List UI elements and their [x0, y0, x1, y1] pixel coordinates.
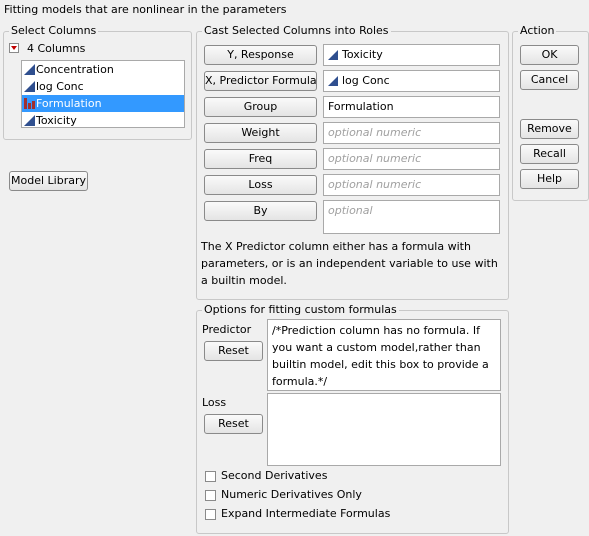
column-label: log Conc: [36, 80, 84, 93]
cast-roles-legend: Cast Selected Columns into Roles: [202, 24, 391, 38]
x-predictor-note: The X Predictor column either has a form…: [201, 240, 498, 287]
role-value: Formulation: [328, 100, 394, 113]
second-derivatives-label: Second Derivatives: [221, 469, 328, 482]
predictor-label: Predictor: [202, 323, 252, 336]
continuous-column-icon: [24, 115, 35, 126]
column-item-concentration[interactable]: Concentration: [22, 61, 184, 78]
continuous-column-icon: [24, 81, 35, 92]
select-columns-panel: Select Columns 4 Columns Concentration l…: [3, 24, 192, 140]
column-item-formulation[interactable]: Formulation: [22, 95, 184, 112]
help-button[interactable]: Help: [520, 169, 579, 189]
column-label: Toxicity: [36, 114, 77, 127]
role-button-loss[interactable]: Loss: [204, 175, 317, 195]
model-library-button[interactable]: Model Library: [9, 171, 88, 191]
role-field-y-response[interactable]: Toxicity: [323, 44, 500, 66]
role-value: log Conc: [342, 74, 390, 87]
action-legend: Action: [518, 24, 557, 38]
role-field-freq[interactable]: optional numeric: [323, 148, 500, 170]
continuous-column-icon: [328, 76, 338, 86]
recall-button[interactable]: Recall: [520, 144, 579, 164]
column-label: Concentration: [36, 63, 114, 76]
predictor-formula-textarea[interactable]: /*Prediction column has no formula. If y…: [267, 319, 501, 391]
role-field-group[interactable]: Formulation: [323, 96, 500, 118]
role-button-group[interactable]: Group: [204, 97, 317, 117]
loss-label: Loss: [202, 396, 227, 409]
select-columns-legend: Select Columns: [9, 24, 99, 38]
role-button-freq[interactable]: Freq: [204, 149, 317, 169]
cast-roles-panel: Cast Selected Columns into Roles Y, Resp…: [196, 24, 509, 300]
role-field-x-predictor[interactable]: log Conc: [323, 70, 500, 92]
expand-intermediate-formulas-label: Expand Intermediate Formulas: [221, 507, 391, 520]
continuous-column-icon: [24, 64, 35, 75]
role-button-y-response[interactable]: Y, Response: [204, 45, 317, 65]
role-field-by[interactable]: optional: [323, 200, 500, 234]
role-value: Toxicity: [342, 48, 383, 61]
column-item-log-conc[interactable]: log Conc: [22, 78, 184, 95]
role-placeholder: optional: [328, 204, 373, 217]
second-derivatives-checkbox[interactable]: [205, 471, 216, 482]
role-field-weight[interactable]: optional numeric: [323, 122, 500, 144]
numeric-derivatives-only-checkbox[interactable]: [205, 490, 216, 501]
numeric-derivatives-only-label: Numeric Derivatives Only: [221, 488, 362, 501]
loss-formula-textarea[interactable]: [267, 393, 501, 466]
expand-intermediate-formulas-checkbox[interactable]: [205, 509, 216, 520]
role-placeholder: optional numeric: [328, 126, 422, 139]
role-placeholder: optional numeric: [328, 178, 422, 191]
role-button-weight[interactable]: Weight: [204, 123, 317, 143]
disclosure-toggle-icon[interactable]: [9, 43, 19, 53]
dialog-title: Fitting models that are nonlinear in the…: [4, 3, 287, 16]
remove-button[interactable]: Remove: [520, 119, 579, 139]
continuous-column-icon: [328, 50, 338, 60]
cancel-button[interactable]: Cancel: [520, 70, 579, 90]
ok-button[interactable]: OK: [520, 45, 579, 65]
nominal-column-icon: [24, 98, 35, 109]
custom-formula-options-panel: Options for fitting custom formulas Pred…: [196, 303, 509, 534]
predictor-reset-button[interactable]: Reset: [204, 341, 263, 361]
role-button-by[interactable]: By: [204, 201, 317, 221]
role-button-x-predictor[interactable]: X, Predictor Formula: [204, 71, 317, 91]
custom-formula-options-legend: Options for fitting custom formulas: [202, 303, 399, 317]
role-field-loss[interactable]: optional numeric: [323, 174, 500, 196]
role-placeholder: optional numeric: [328, 152, 422, 165]
action-panel: Action OK Cancel Remove Recall Help: [512, 24, 589, 201]
column-list[interactable]: Concentration log Conc Formulation Toxic…: [21, 60, 185, 128]
column-label: Formulation: [36, 97, 102, 110]
column-item-toxicity[interactable]: Toxicity: [22, 112, 184, 127]
loss-reset-button[interactable]: Reset: [204, 414, 263, 434]
column-count-label: 4 Columns: [27, 42, 86, 55]
